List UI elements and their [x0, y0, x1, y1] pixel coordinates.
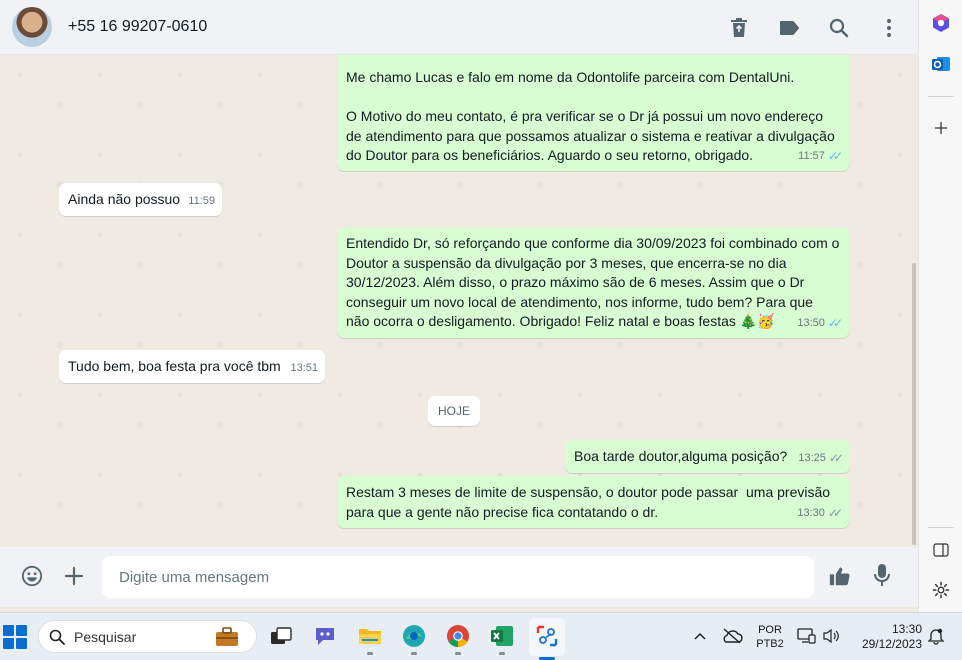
- task-view-icon[interactable]: [267, 622, 295, 650]
- delete-icon[interactable]: [728, 17, 750, 39]
- snipping-tool-icon[interactable]: [533, 622, 561, 650]
- delivered-ticks-icon: ✓✓: [828, 450, 844, 465]
- conversation-panel[interactable]: Me chamo Lucas e falo em nome da Odontol…: [0, 55, 918, 547]
- outlook-icon[interactable]: [930, 53, 952, 75]
- settings-gear-icon[interactable]: [930, 579, 952, 601]
- message-text: Me chamo Lucas e falo em nome da Odontol…: [346, 69, 835, 163]
- message-text: Restam 3 meses de limite de suspensão, o…: [346, 484, 834, 520]
- file-explorer-icon[interactable]: [356, 622, 384, 655]
- day-separator: HOJE: [428, 396, 480, 426]
- delivered-ticks-icon: ✓✓: [827, 505, 843, 520]
- message-meta: 13:50 ✓✓: [797, 314, 843, 334]
- search-icon: [49, 629, 65, 645]
- message-meta: 13:30 ✓✓: [797, 504, 843, 524]
- message-composer: [0, 547, 918, 607]
- message-meta: 11:57 ✓✓: [798, 147, 843, 167]
- message-time: 13:30: [797, 506, 825, 519]
- browser-sidebar: [918, 0, 962, 612]
- message-time: 11:57: [798, 149, 825, 162]
- message-text: Entendido Dr, só reforçando que conforme…: [346, 235, 844, 329]
- message-bubble-incoming[interactable]: Ainda não possuo 11:59: [59, 183, 222, 216]
- emoji-icon[interactable]: [21, 565, 43, 587]
- onedrive-cloud-offline-icon[interactable]: [718, 622, 746, 650]
- clock-date: 29/12/2023: [861, 637, 922, 651]
- clock-time: 13:30: [891, 622, 922, 636]
- message-bubble-outgoing[interactable]: Boa tarde doutor,alguma posição? 13:25 ✓…: [565, 440, 850, 473]
- add-sidebar-app-icon[interactable]: [930, 117, 952, 139]
- message-meta: 13:51: [290, 359, 318, 379]
- keyboard-layout: PTB2: [756, 638, 784, 650]
- message-input[interactable]: [102, 556, 814, 598]
- label-icon[interactable]: [778, 17, 800, 39]
- message-bubble-incoming[interactable]: Tudo bem, boa festa pra você tbm 13:51: [59, 350, 325, 383]
- network-display-icon[interactable]: [796, 622, 818, 650]
- chrome-icon[interactable]: [444, 622, 472, 655]
- show-hidden-icons-chevron-up-icon[interactable]: [686, 622, 714, 650]
- message-text: Tudo bem, boa festa pra você tbm: [68, 358, 281, 374]
- message-bubble-outgoing[interactable]: Me chamo Lucas e falo em nome da Odontol…: [337, 55, 849, 171]
- message-bubble-outgoing[interactable]: Entendido Dr, só reforçando que conforme…: [337, 228, 849, 338]
- read-ticks-icon: ✓✓: [827, 315, 843, 330]
- notifications-bell-icon[interactable]: [926, 622, 946, 650]
- sidebar-panel-icon[interactable]: [930, 539, 952, 561]
- volume-icon[interactable]: [820, 622, 842, 650]
- message-time: 11:59: [188, 194, 215, 207]
- message-time: 13:25: [798, 451, 826, 464]
- more-vertical-icon[interactable]: [878, 17, 900, 39]
- windows-taskbar: Pesquisar POR PTB2 13:30 29/12/2023: [0, 612, 962, 660]
- windows-start-icon[interactable]: [3, 625, 27, 649]
- language-indicator[interactable]: POR PTB2: [752, 623, 788, 651]
- header-actions: [728, 0, 900, 55]
- excel-icon[interactable]: [488, 622, 516, 655]
- language-code: POR: [758, 624, 782, 636]
- copilot-icon[interactable]: [930, 12, 952, 34]
- microphone-icon[interactable]: [871, 564, 893, 586]
- teams-chat-icon[interactable]: [311, 622, 339, 650]
- search-icon[interactable]: [828, 17, 850, 39]
- chat-header: +55 16 99207-0610: [0, 0, 918, 55]
- rail-divider: [928, 527, 954, 528]
- message-time: 13:50: [797, 316, 825, 329]
- contact-avatar[interactable]: [12, 7, 52, 47]
- edge-browser-icon[interactable]: [400, 622, 428, 655]
- thumbs-up-icon[interactable]: [829, 565, 851, 587]
- read-ticks-icon: ✓✓: [827, 148, 843, 163]
- contact-name[interactable]: +55 16 99207-0610: [68, 18, 207, 36]
- conversation-scrollbar[interactable]: [912, 263, 916, 545]
- taskbar-search[interactable]: Pesquisar: [38, 620, 257, 653]
- rail-divider: [928, 96, 954, 97]
- message-time: 13:51: [290, 361, 318, 374]
- system-clock[interactable]: 13:30 29/12/2023: [852, 622, 922, 652]
- briefcase-icon: [216, 627, 238, 646]
- message-meta: 13:25 ✓✓: [798, 449, 844, 469]
- message-bubble-outgoing[interactable]: Restam 3 meses de limite de suspensão, o…: [337, 476, 849, 528]
- attach-plus-icon[interactable]: [63, 565, 85, 587]
- search-label: Pesquisar: [74, 628, 137, 645]
- message-meta: 11:59: [188, 192, 215, 212]
